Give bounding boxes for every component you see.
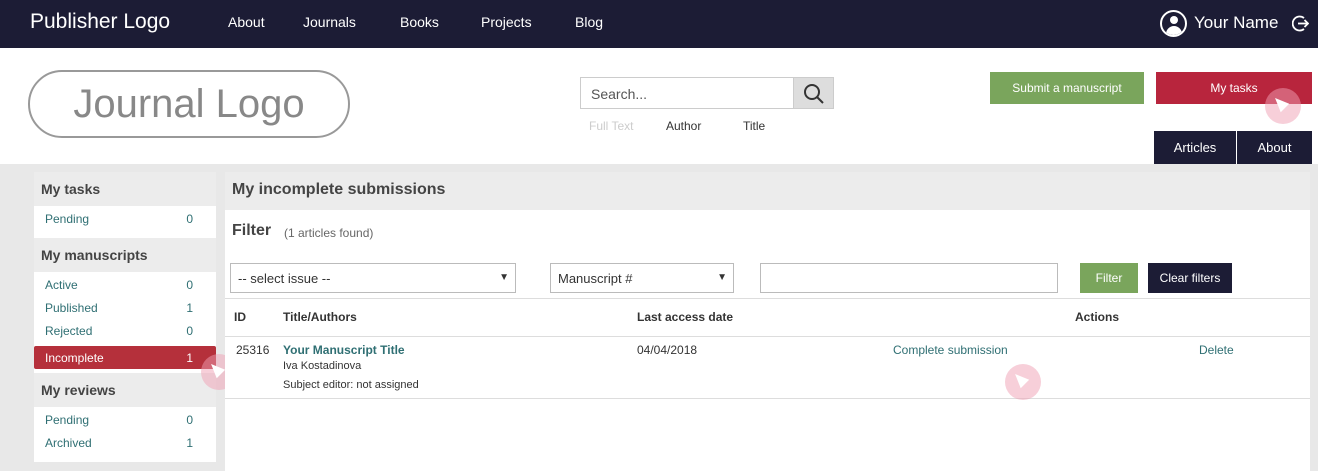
user-icon[interactable] [1160,10,1187,37]
sidebar-item-reviews-pending[interactable]: Pending 0 [34,408,216,431]
complete-submission-link[interactable]: Complete submission [893,343,1008,357]
sidebar-item-count: 0 [186,324,193,338]
column-header-id: ID [234,310,246,324]
publisher-logo[interactable]: Publisher Logo [30,10,170,34]
page-title: My incomplete submissions [225,172,1310,210]
clear-filters-button[interactable]: Clear filters [1148,263,1232,293]
sidebar-item-rejected[interactable]: Rejected 0 [34,319,216,342]
filter-text-input[interactable] [760,263,1058,293]
sidebar-item-count: 0 [186,278,193,292]
column-header-actions: Actions [1075,310,1120,324]
divider [225,398,1310,399]
sidebar-item-label: Archived [45,436,92,450]
nav-blog[interactable]: Blog [575,14,603,30]
nav-about[interactable]: About [228,14,265,30]
chevron-down-icon: ▼ [499,272,509,283]
issue-select-value: -- select issue -- [238,271,331,286]
sidebar-item-published[interactable]: Published 1 [34,296,216,319]
filter-button[interactable]: Filter [1080,263,1138,293]
field-select[interactable]: Manuscript # ▼ [550,263,734,293]
sidebar-item-archived[interactable]: Archived 1 [34,431,216,454]
field-select-value: Manuscript # [558,271,633,286]
search-type-author[interactable]: Author [666,119,701,133]
submit-manuscript-button[interactable]: Submit a manuscript [990,72,1144,104]
sidebar-item-label: Published [45,301,98,315]
filter-heading: Filter [232,222,272,239]
manuscript-title-link[interactable]: Your Manuscript Title [283,343,405,357]
sidebar-section-my-reviews: My reviews [34,373,216,407]
tab-about[interactable]: About [1237,131,1312,164]
sidebar-section-my-manuscripts: My manuscripts [34,238,216,272]
click-marker [1005,364,1041,400]
sidebar-item-label: Rejected [45,324,93,338]
sidebar-item-count: 1 [186,351,193,365]
logout-icon[interactable] [1292,15,1309,32]
sidebar-item-label: Active [45,278,78,292]
nav-books[interactable]: Books [400,14,439,30]
search-type-title[interactable]: Title [743,119,765,133]
sidebar-item-incomplete[interactable]: Incomplete 1 [34,346,216,369]
journal-logo[interactable]: Journal Logo [28,70,350,138]
divider [225,298,1310,299]
column-header-title: Title/Authors [283,310,357,324]
sidebar-item-label: Incomplete [45,351,104,365]
nav-journals[interactable]: Journals [303,14,356,30]
row-id: 25316 [236,343,270,357]
sidebar-item-label: Pending [45,413,90,427]
sidebar-item-count: 0 [186,413,193,427]
sidebar-item-label: Pending [45,212,90,226]
search-type-fulltext: Full Text [589,119,634,133]
delete-link[interactable]: Delete [1199,343,1234,357]
sidebar-item-count: 1 [186,436,193,450]
click-marker [1265,88,1301,124]
sidebar-section-my-tasks: My tasks [34,172,216,206]
row-editor: Subject editor: not assigned [283,379,419,391]
search-button[interactable] [793,77,834,109]
sidebar: My tasks Pending 0 My manuscripts Active… [34,172,216,462]
top-navbar: Publisher Logo About Journals Books Proj… [0,0,1318,48]
search-icon [804,84,824,104]
column-header-date: Last access date [637,310,734,324]
row-date: 04/04/2018 [637,343,698,357]
sidebar-item-tasks-pending[interactable]: Pending 0 [34,207,216,230]
divider [225,336,1310,337]
sidebar-item-active[interactable]: Active 0 [34,273,216,296]
issue-select[interactable]: -- select issue -- ▼ [230,263,516,293]
nav-projects[interactable]: Projects [481,14,532,30]
chevron-down-icon: ▼ [717,272,727,283]
main-panel: My incomplete submissions Filter (1 arti… [225,172,1310,471]
sidebar-item-count: 0 [186,212,193,226]
row-author: Iva Kostadinova [283,360,362,372]
filter-result-count: (1 articles found) [284,226,374,240]
sidebar-item-count: 1 [186,301,193,315]
search-input[interactable]: Search... [580,77,794,109]
tab-articles[interactable]: Articles [1154,131,1236,164]
user-name[interactable]: Your Name [1194,13,1278,33]
